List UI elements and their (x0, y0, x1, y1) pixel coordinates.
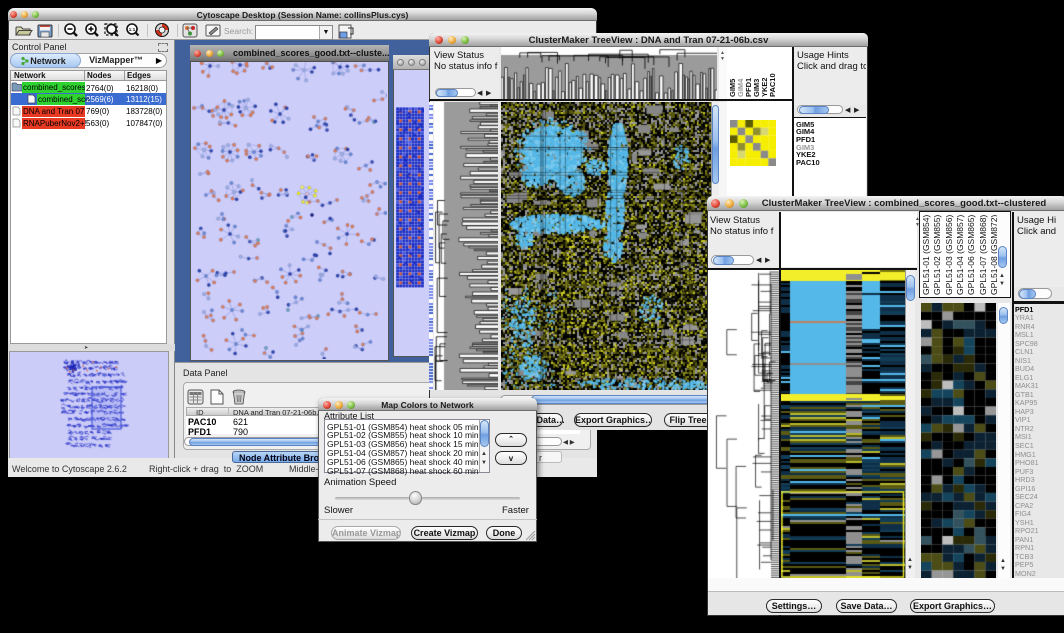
svg-text:1:1: 1:1 (129, 27, 136, 32)
